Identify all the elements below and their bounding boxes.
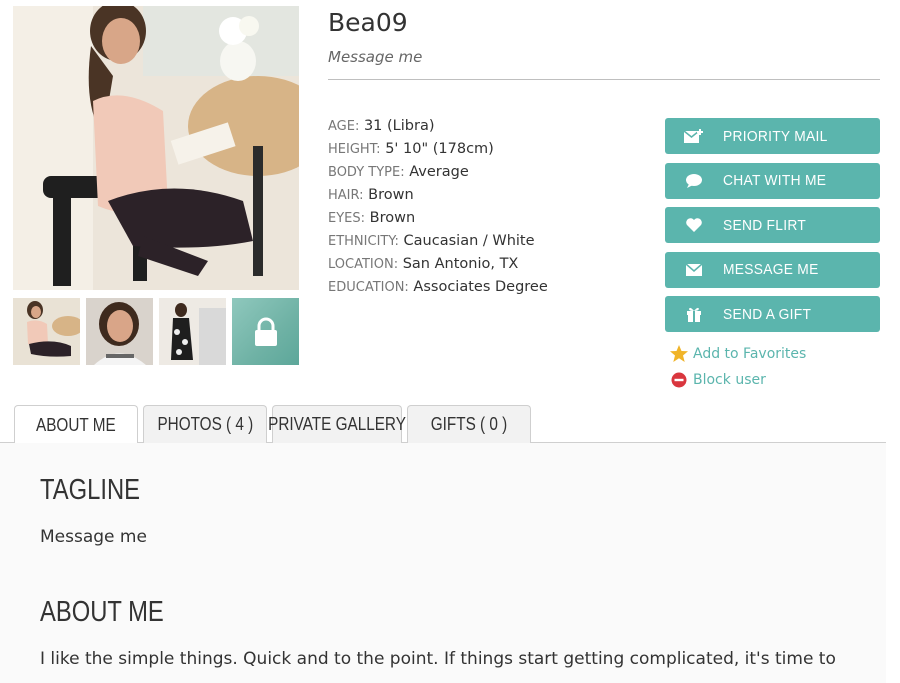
thumbnail-photo-2[interactable] <box>86 298 153 365</box>
chat-with-me-button[interactable]: CHAT WITH ME <box>665 162 880 199</box>
lock-icon <box>254 317 277 346</box>
tab-photos[interactable]: PHOTOS ( 4 ) <box>143 405 267 443</box>
send-flirt-button[interactable]: SEND FLIRT <box>665 207 880 243</box>
priority-mail-button[interactable]: PRIORITY MAIL <box>665 118 880 154</box>
profile-username: Bea09 <box>328 8 408 37</box>
detail-eyes: EYES: Brown <box>328 210 416 226</box>
gift-icon <box>665 306 723 322</box>
header-divider <box>328 79 880 80</box>
private-photo-locked[interactable] <box>232 298 299 365</box>
profile-photo-image <box>13 6 299 290</box>
main-profile-photo[interactable] <box>13 6 299 290</box>
envelope-icon <box>665 262 723 277</box>
detail-age: AGE: 31 (Libra) <box>328 118 435 134</box>
tab-about-me[interactable]: ABOUT ME <box>14 405 138 445</box>
profile-tabs: ABOUT ME PHOTOS ( 4 ) PRIVATE GALLERY GI… <box>14 405 531 445</box>
tagline-text: Message me <box>40 527 147 547</box>
block-user-link[interactable]: Block user <box>665 367 880 393</box>
detail-education: EDUCATION: Associates Degree <box>328 279 548 295</box>
detail-ethnicity: ETHNICITY: Caucasian / White <box>328 233 535 249</box>
chat-bubble-icon <box>665 173 723 189</box>
send-gift-button[interactable]: SEND A GIFT <box>665 296 880 332</box>
profile-tagline: Message me <box>328 48 423 66</box>
profile-details: AGE: 31 (Libra) HEIGHT: 5' 10" (178cm) B… <box>328 115 548 299</box>
tab-private-gallery[interactable]: PRIVATE GALLERY <box>268 405 406 443</box>
thumbnail-photo-1[interactable] <box>13 298 80 365</box>
tab-gifts[interactable]: GIFTS ( 0 ) <box>407 405 531 443</box>
profile-actions: PRIORITY MAIL CHAT WITH ME SEND FLIRT ME… <box>665 118 880 393</box>
block-icon <box>665 372 693 388</box>
add-to-favorites-link[interactable]: Add to Favorites <box>665 341 880 367</box>
message-me-button[interactable]: MESSAGE ME <box>665 251 880 288</box>
tagline-heading: TAGLINE <box>40 474 140 506</box>
detail-body-type: BODY TYPE: Average <box>328 164 469 180</box>
photo-thumbnails <box>13 298 299 365</box>
about-me-text: I like the simple things. Quick and to t… <box>40 649 836 669</box>
detail-location: LOCATION: San Antonio, TX <box>328 256 519 272</box>
detail-height: HEIGHT: 5' 10" (178cm) <box>328 141 494 157</box>
detail-hair: HAIR: Brown <box>328 187 414 203</box>
about-me-heading: ABOUT ME <box>40 596 164 628</box>
heart-icon <box>665 217 723 233</box>
star-icon <box>665 345 693 362</box>
thumbnail-photo-3[interactable] <box>159 298 226 365</box>
envelope-plus-icon <box>665 128 723 144</box>
